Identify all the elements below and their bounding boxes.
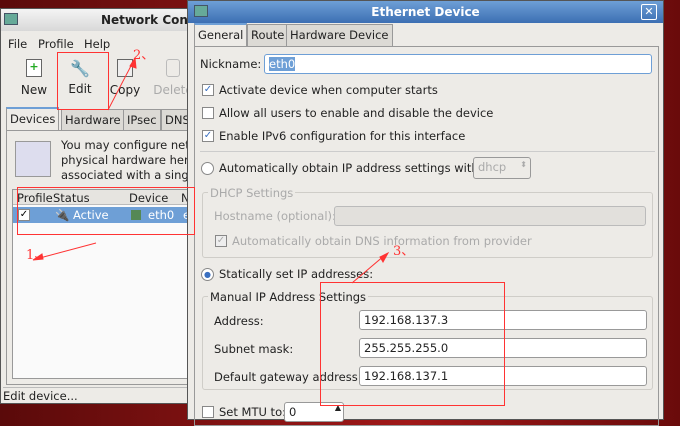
annotation-arrows xyxy=(32,56,390,284)
annotation-label-2: 2、 xyxy=(133,48,155,63)
arrow-3 xyxy=(351,254,386,284)
annotation-label-3: 3、 xyxy=(393,244,415,259)
arrow-2 xyxy=(107,61,134,111)
annotation-label-1: 1、 xyxy=(26,248,48,263)
